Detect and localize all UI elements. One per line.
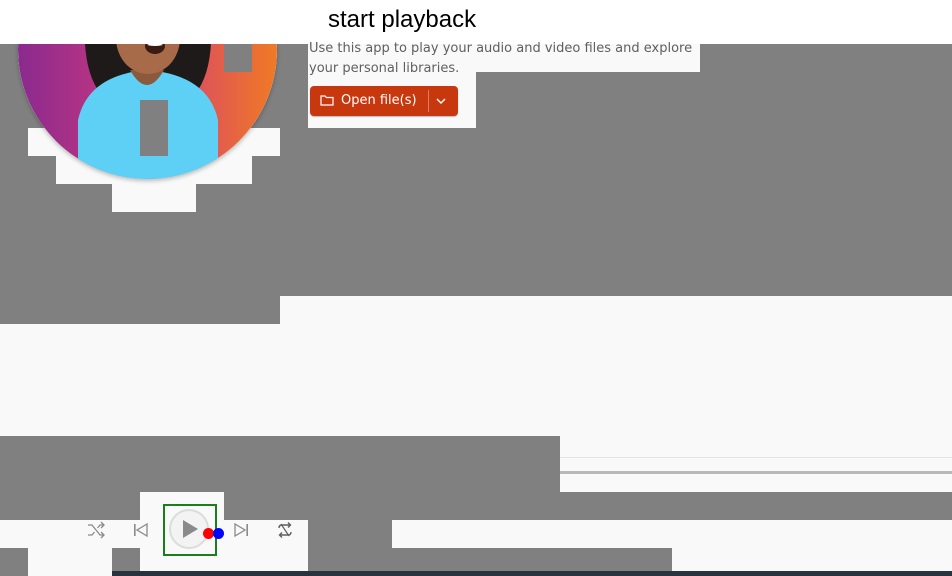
controls-panel (0, 520, 308, 548)
next-icon[interactable] (230, 519, 252, 541)
folder-icon (320, 95, 334, 106)
previous-icon[interactable] (130, 519, 152, 541)
panel-divider (560, 457, 952, 458)
avatar-overlay (140, 100, 168, 156)
marker-blue (213, 528, 224, 539)
instruction-text: start playback (328, 6, 477, 33)
redacted-block (560, 492, 952, 520)
seek-bar[interactable] (560, 471, 952, 474)
open-files-button[interactable]: Open file(s) (310, 86, 458, 116)
redacted-block (0, 296, 280, 324)
shuffle-icon[interactable] (85, 519, 107, 541)
button-divider (428, 90, 429, 112)
redacted-block (0, 548, 28, 576)
taskbar-strip (112, 571, 952, 576)
avatar-overlay (224, 44, 252, 72)
repeat-icon[interactable] (274, 519, 296, 541)
content-panel (112, 184, 196, 212)
open-files-label: Open file(s) (341, 93, 417, 108)
welcome-description: Use this app to play your audio and vide… (309, 41, 693, 76)
controls-panel (392, 520, 952, 548)
chevron-down-icon[interactable] (434, 94, 448, 108)
redacted-block (308, 520, 392, 548)
redacted-block (0, 436, 560, 520)
